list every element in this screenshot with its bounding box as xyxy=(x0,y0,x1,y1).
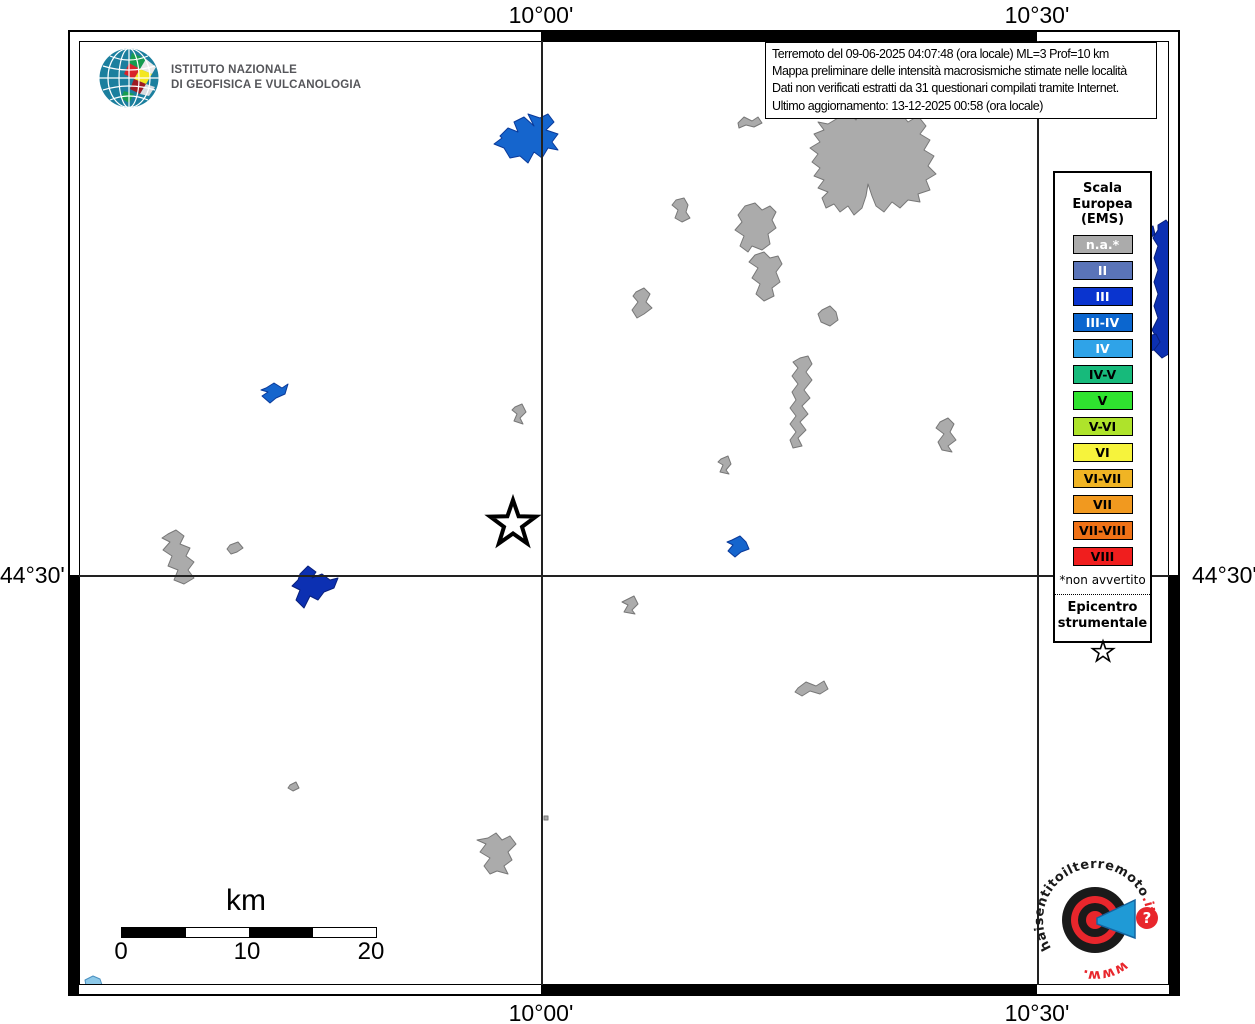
frame-band-bottom-black xyxy=(541,985,1037,994)
legend-swatch-iii-iv: III-IV xyxy=(1072,312,1133,332)
gridline-parallel-44-30 xyxy=(79,575,1169,577)
scalebar-segment xyxy=(121,927,186,938)
scalebar-segment xyxy=(184,927,250,938)
legend-swatch-vii-viii: VII-VIII xyxy=(1072,520,1133,540)
gridline-meridian-10-30 xyxy=(1037,41,1039,985)
haisentito-bullseye xyxy=(1062,887,1136,953)
legend-swatch-iii: III xyxy=(1072,286,1133,306)
legend-swatch-iv: IV xyxy=(1072,338,1133,358)
legend-epicenter-symbol xyxy=(1055,636,1150,670)
info-line-map: Mappa preliminare delle intensità macros… xyxy=(772,64,1127,79)
haisentito-question-badge: ? xyxy=(1136,907,1158,929)
legend-swatch-iv-v: IV-V xyxy=(1072,364,1133,384)
info-line-event: Terremoto del 09-06-2025 04:07:48 (ora l… xyxy=(772,47,1109,61)
scalebar-tick-10: 10 xyxy=(233,938,261,965)
legend-epicenter-label: Epicentro strumentale xyxy=(1057,599,1148,631)
star-icon xyxy=(1089,637,1116,663)
map-page: 10°00' 10°30' 10°00' 10°30' 44°30' 44°30… xyxy=(0,0,1255,1024)
legend-swatch-ii: II xyxy=(1072,260,1133,280)
legend-swatch-viii: VIII xyxy=(1072,546,1133,566)
earthquake-info-box: Terremoto del 09-06-2025 04:07:48 (ora l… xyxy=(765,42,1157,119)
legend-footnote: *non avvertito xyxy=(1059,572,1146,587)
svg-text:www.: www. xyxy=(1081,958,1131,984)
ingv-logo: ISTITUTO NAZIONALE DI GEOFISICA E VULCAN… xyxy=(98,47,361,109)
scalebar-segment xyxy=(312,927,378,938)
legend-divider xyxy=(1055,593,1150,595)
haisentito-question-mark: ? xyxy=(1143,909,1152,927)
ingv-wordmark: ISTITUTO NAZIONALE DI GEOFISICA E VULCAN… xyxy=(171,63,361,93)
ingv-globe-icon xyxy=(99,48,159,108)
frame-band-top-black xyxy=(541,32,1037,41)
legend-swatch-v-vi: V-VI xyxy=(1072,416,1133,436)
scalebar-tick-0: 0 xyxy=(114,938,128,965)
scalebar-unit: km xyxy=(226,884,266,917)
legend-title: Scala Europea (EMS) xyxy=(1072,181,1133,227)
scalebar-tick-20: 20 xyxy=(357,938,385,965)
haisentito-text-www: www. xyxy=(1081,958,1131,984)
legend-swatch-vi: VI xyxy=(1072,442,1133,462)
info-line-data: Dati non verificati estratti da 31 quest… xyxy=(772,81,1119,96)
haisentito-logo: haisentitoilterremoto.it www. ? xyxy=(1032,857,1158,984)
scalebar-segment xyxy=(248,927,314,938)
ems-legend: Scala Europea (EMS) n.a.* II III III-IV … xyxy=(1053,171,1152,663)
frame-band-left-black xyxy=(70,575,79,994)
legend-swatch-vi-vii: VI-VII xyxy=(1072,468,1133,488)
map-frame xyxy=(68,30,1180,996)
ingv-wordmark-line1: ISTITUTO NAZIONALE xyxy=(171,64,298,76)
legend-swatch-na: n.a.* xyxy=(1072,234,1133,254)
scalebar xyxy=(121,927,378,938)
gridline-meridian-10-00 xyxy=(541,41,543,985)
legend-swatch-v: V xyxy=(1072,390,1133,410)
info-line-updated: Ultimo aggiornamento: 13-12-2025 00:58 (… xyxy=(772,98,1043,113)
legend-swatches: n.a.* II III III-IV IV IV-V V V-VI VI VI… xyxy=(1055,234,1150,566)
legend-swatch-vii: VII xyxy=(1072,494,1133,514)
ingv-wordmark-line2: DI GEOFISICA E VULCANOLOGIA xyxy=(171,79,362,91)
map-inner-border xyxy=(79,41,1169,985)
